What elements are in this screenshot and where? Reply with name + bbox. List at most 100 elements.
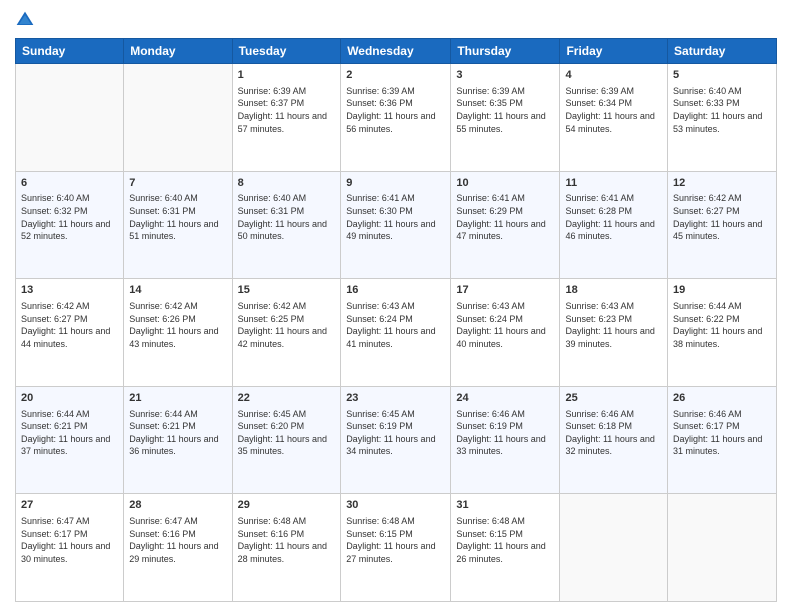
logo — [15, 10, 37, 30]
calendar-cell: 26Sunrise: 6:46 AM Sunset: 6:17 PM Dayli… — [668, 386, 777, 494]
day-number: 29 — [238, 498, 336, 513]
calendar-cell: 16 Sunrise: 6:43 AM Sunset: 6:24 PM Dayli… — [341, 279, 451, 387]
calendar-cell — [16, 64, 124, 172]
calendar-cell: 15 Sunrise: 6:42 AM Sunset: 6:25 PM Dayli… — [232, 279, 341, 387]
dow-header: Tuesday — [232, 39, 341, 64]
calendar-cell — [560, 494, 668, 602]
day-info: Sunrise: 6:47 AM Sunset: 6:17 PM Dayligh… — [21, 515, 118, 565]
day-number: 25 — [565, 391, 662, 406]
calendar-cell: 2 Sunrise: 6:39 AM Sunset: 6:36 PM Daylig… — [341, 64, 451, 172]
calendar-cell — [668, 494, 777, 602]
day-info: Sunrise: 6:47 AM Sunset: 6:16 PM Dayligh… — [129, 515, 226, 565]
day-info: Sunrise: 6:39 AM Sunset: 6:35 PM Dayligh… — [456, 85, 554, 135]
calendar-cell: 21Sunrise: 6:44 AM Sunset: 6:21 PM Dayli… — [124, 386, 232, 494]
day-number: 22 — [238, 391, 336, 406]
calendar-cell: 8Sunrise: 6:40 AM Sunset: 6:31 PM Daylig… — [232, 171, 341, 279]
day-info: Sunrise: 6:42 AM Sunset: 6:27 PM Dayligh… — [673, 192, 771, 242]
calendar-cell: 29 Sunrise: 6:48 AM Sunset: 6:16 PM Dayli… — [232, 494, 341, 602]
day-info: Sunrise: 6:40 AM Sunset: 6:32 PM Dayligh… — [21, 192, 118, 242]
day-info: Sunrise: 6:43 AM Sunset: 6:24 PM Dayligh… — [456, 300, 554, 350]
calendar-week-row: 27 Sunrise: 6:47 AM Sunset: 6:17 PM Dayli… — [16, 494, 777, 602]
day-number: 30 — [346, 498, 445, 513]
day-number: 24 — [456, 391, 554, 406]
day-info: Sunrise: 6:43 AM Sunset: 6:23 PM Dayligh… — [565, 300, 662, 350]
days-of-week-row: SundayMondayTuesdayWednesdayThursdayFrid… — [16, 39, 777, 64]
dow-header: Sunday — [16, 39, 124, 64]
dow-header: Monday — [124, 39, 232, 64]
calendar-week-row: 20 Sunrise: 6:44 AM Sunset: 6:21 PM Dayli… — [16, 386, 777, 494]
calendar-cell: 13 Sunrise: 6:42 AM Sunset: 6:27 PM Dayli… — [16, 279, 124, 387]
page: SundayMondayTuesdayWednesdayThursdayFrid… — [0, 0, 792, 612]
day-number: 23 — [346, 391, 445, 406]
day-info: Sunrise: 6:46 AM Sunset: 6:18 PM Dayligh… — [565, 408, 662, 458]
day-number: 3 — [456, 68, 554, 83]
day-number: 15 — [238, 283, 336, 298]
day-number: 16 — [346, 283, 445, 298]
day-number: 13 — [21, 283, 118, 298]
day-number: 18 — [565, 283, 662, 298]
day-number: 12 — [673, 176, 771, 191]
day-number: 8 — [238, 176, 336, 191]
calendar-cell: 1 Sunrise: 6:39 AM Sunset: 6:37 PM Daylig… — [232, 64, 341, 172]
calendar-week-row: 1 Sunrise: 6:39 AM Sunset: 6:37 PM Daylig… — [16, 64, 777, 172]
calendar-body: 1 Sunrise: 6:39 AM Sunset: 6:37 PM Daylig… — [16, 64, 777, 602]
calendar-cell: 14Sunrise: 6:42 AM Sunset: 6:26 PM Dayli… — [124, 279, 232, 387]
calendar-week-row: 13 Sunrise: 6:42 AM Sunset: 6:27 PM Dayli… — [16, 279, 777, 387]
day-info: Sunrise: 6:39 AM Sunset: 6:37 PM Dayligh… — [238, 85, 336, 135]
day-info: Sunrise: 6:41 AM Sunset: 6:28 PM Dayligh… — [565, 192, 662, 242]
day-info: Sunrise: 6:39 AM Sunset: 6:36 PM Dayligh… — [346, 85, 445, 135]
day-info: Sunrise: 6:39 AM Sunset: 6:34 PM Dayligh… — [565, 85, 662, 135]
calendar-cell: 28Sunrise: 6:47 AM Sunset: 6:16 PM Dayli… — [124, 494, 232, 602]
day-info: Sunrise: 6:48 AM Sunset: 6:16 PM Dayligh… — [238, 515, 336, 565]
calendar-cell: 18 Sunrise: 6:43 AM Sunset: 6:23 PM Dayli… — [560, 279, 668, 387]
calendar-cell: 22 Sunrise: 6:45 AM Sunset: 6:20 PM Dayli… — [232, 386, 341, 494]
calendar-cell: 30Sunrise: 6:48 AM Sunset: 6:15 PM Dayli… — [341, 494, 451, 602]
day-info: Sunrise: 6:42 AM Sunset: 6:27 PM Dayligh… — [21, 300, 118, 350]
day-number: 20 — [21, 391, 118, 406]
day-number: 19 — [673, 283, 771, 298]
day-info: Sunrise: 6:48 AM Sunset: 6:15 PM Dayligh… — [456, 515, 554, 565]
dow-header: Thursday — [451, 39, 560, 64]
calendar-cell: 9Sunrise: 6:41 AM Sunset: 6:30 PM Daylig… — [341, 171, 451, 279]
day-info: Sunrise: 6:40 AM Sunset: 6:31 PM Dayligh… — [129, 192, 226, 242]
calendar-cell: 10Sunrise: 6:41 AM Sunset: 6:29 PM Dayli… — [451, 171, 560, 279]
day-number: 7 — [129, 176, 226, 191]
dow-header: Wednesday — [341, 39, 451, 64]
day-info: Sunrise: 6:44 AM Sunset: 6:21 PM Dayligh… — [129, 408, 226, 458]
header — [15, 10, 777, 30]
calendar-cell: 11Sunrise: 6:41 AM Sunset: 6:28 PM Dayli… — [560, 171, 668, 279]
day-info: Sunrise: 6:45 AM Sunset: 6:19 PM Dayligh… — [346, 408, 445, 458]
calendar-cell: 27 Sunrise: 6:47 AM Sunset: 6:17 PM Dayli… — [16, 494, 124, 602]
day-number: 5 — [673, 68, 771, 83]
dow-header: Saturday — [668, 39, 777, 64]
day-info: Sunrise: 6:44 AM Sunset: 6:21 PM Dayligh… — [21, 408, 118, 458]
calendar-cell: 17Sunrise: 6:43 AM Sunset: 6:24 PM Dayli… — [451, 279, 560, 387]
calendar-cell: 25 Sunrise: 6:46 AM Sunset: 6:18 PM Dayli… — [560, 386, 668, 494]
day-info: Sunrise: 6:43 AM Sunset: 6:24 PM Dayligh… — [346, 300, 445, 350]
dow-header: Friday — [560, 39, 668, 64]
day-info: Sunrise: 6:40 AM Sunset: 6:31 PM Dayligh… — [238, 192, 336, 242]
day-info: Sunrise: 6:40 AM Sunset: 6:33 PM Dayligh… — [673, 85, 771, 135]
calendar-table: SundayMondayTuesdayWednesdayThursdayFrid… — [15, 38, 777, 602]
calendar-cell: 12Sunrise: 6:42 AM Sunset: 6:27 PM Dayli… — [668, 171, 777, 279]
calendar-cell: 24 Sunrise: 6:46 AM Sunset: 6:19 PM Dayli… — [451, 386, 560, 494]
calendar-cell: 31Sunrise: 6:48 AM Sunset: 6:15 PM Dayli… — [451, 494, 560, 602]
day-info: Sunrise: 6:41 AM Sunset: 6:30 PM Dayligh… — [346, 192, 445, 242]
calendar-cell: 20 Sunrise: 6:44 AM Sunset: 6:21 PM Dayli… — [16, 386, 124, 494]
day-info: Sunrise: 6:42 AM Sunset: 6:25 PM Dayligh… — [238, 300, 336, 350]
day-info: Sunrise: 6:45 AM Sunset: 6:20 PM Dayligh… — [238, 408, 336, 458]
calendar-cell: 23 Sunrise: 6:45 AM Sunset: 6:19 PM Dayli… — [341, 386, 451, 494]
day-number: 2 — [346, 68, 445, 83]
day-number: 27 — [21, 498, 118, 513]
day-number: 11 — [565, 176, 662, 191]
day-number: 4 — [565, 68, 662, 83]
calendar-cell: 19Sunrise: 6:44 AM Sunset: 6:22 PM Dayli… — [668, 279, 777, 387]
day-number: 1 — [238, 68, 336, 83]
day-info: Sunrise: 6:46 AM Sunset: 6:19 PM Dayligh… — [456, 408, 554, 458]
day-number: 14 — [129, 283, 226, 298]
calendar-week-row: 6Sunrise: 6:40 AM Sunset: 6:32 PM Daylig… — [16, 171, 777, 279]
day-number: 6 — [21, 176, 118, 191]
logo-icon — [15, 10, 35, 30]
day-number: 9 — [346, 176, 445, 191]
calendar-cell: 7Sunrise: 6:40 AM Sunset: 6:31 PM Daylig… — [124, 171, 232, 279]
